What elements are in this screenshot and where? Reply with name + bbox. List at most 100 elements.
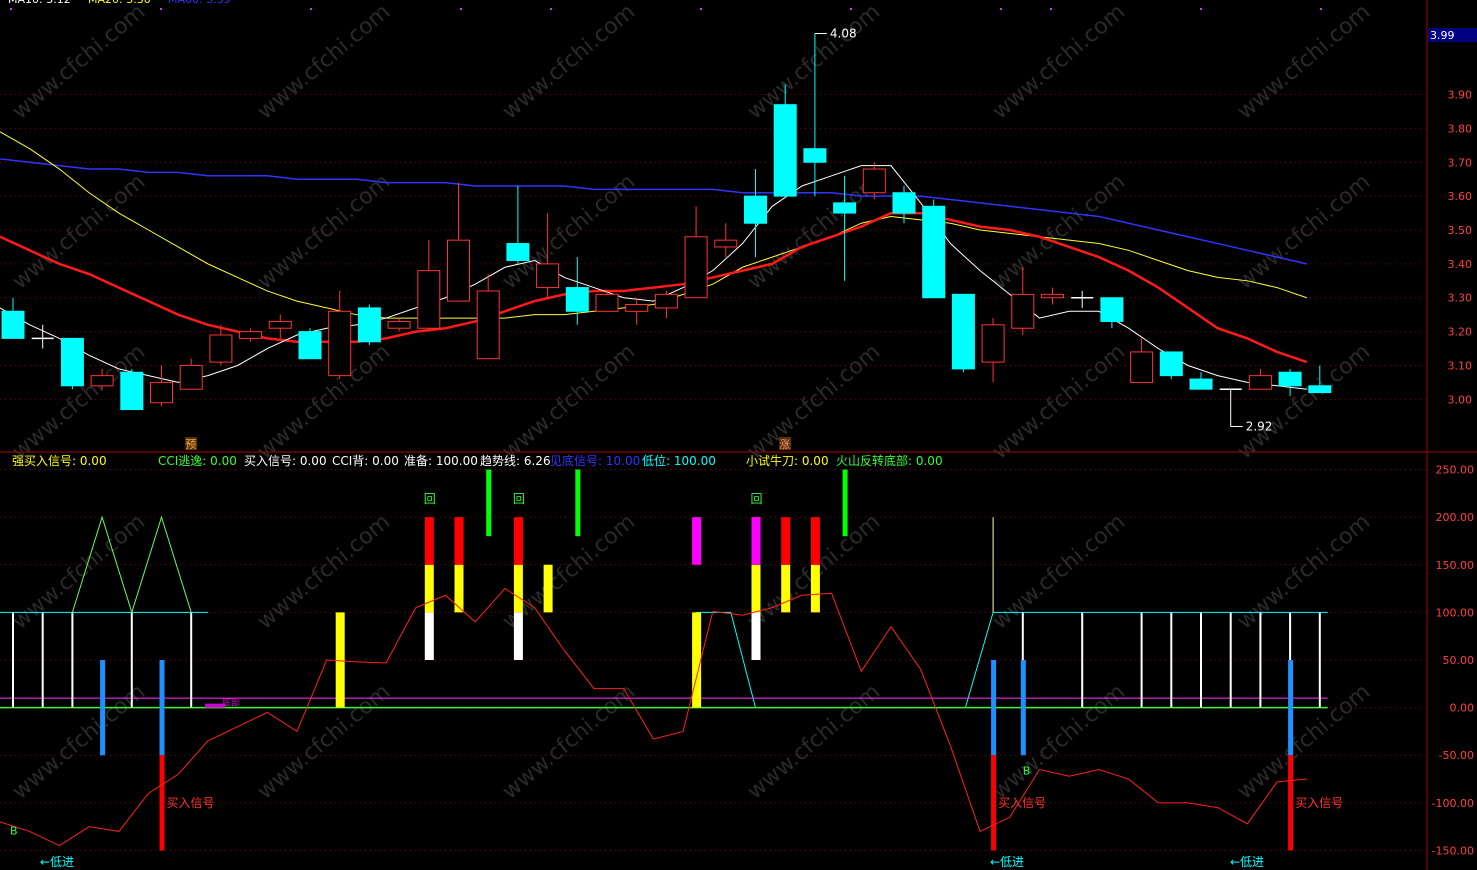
indicator-legend-item: 强买入信号: 0.00 xyxy=(12,454,107,468)
candle-body[interactable] xyxy=(357,307,381,343)
candle-body[interactable] xyxy=(833,202,857,214)
candle-body[interactable] xyxy=(565,287,589,312)
candle-body[interactable] xyxy=(1308,385,1332,394)
yellow-bar xyxy=(513,564,523,613)
red-bar xyxy=(513,517,523,565)
yellow-bar xyxy=(335,612,345,708)
candle-body[interactable] xyxy=(209,334,233,363)
candle-body[interactable] xyxy=(1159,351,1183,377)
watermark-text: www.cfchi.com xyxy=(498,0,640,125)
red-bar xyxy=(810,517,820,565)
ma20-line xyxy=(0,131,1307,319)
ma-legend-item: MA60: 3.39 xyxy=(168,0,231,6)
candle-body[interactable] xyxy=(1,310,25,339)
watermark-text: www.cfchi.com xyxy=(988,509,1130,634)
blue-bar xyxy=(100,660,106,756)
price-tick-label: 3.10 xyxy=(1448,359,1473,372)
candle-body[interactable] xyxy=(654,293,678,309)
candle-body[interactable] xyxy=(981,324,1005,363)
watermark-text: www.cfchi.com xyxy=(988,169,1130,294)
b-label: B xyxy=(1023,764,1031,777)
hui-label: 回 xyxy=(751,492,763,506)
candle-body[interactable] xyxy=(773,104,797,197)
price-tick-label: 3.40 xyxy=(1448,258,1473,271)
candle-body[interactable] xyxy=(417,270,441,329)
yellow-bar xyxy=(781,564,791,613)
yellow-bar xyxy=(454,564,464,613)
candle-body[interactable] xyxy=(1278,371,1302,387)
candle-body[interactable] xyxy=(595,293,619,312)
price-tick-label: 3.60 xyxy=(1448,190,1473,203)
indicator-panel[interactable]: 回回回买入信号 买入信号 买入信号BB←低进 ←低进 ←低进底部 xyxy=(0,469,1343,869)
low-entry-label: ←低进 xyxy=(1230,855,1264,869)
watermark-text: www.cfchi.com xyxy=(498,169,640,294)
hui-label: 回 xyxy=(424,492,436,506)
watermark-text: www.cfchi.com xyxy=(8,169,150,294)
indicator-tick-label: 100.00 xyxy=(1436,606,1475,619)
watermark-text: www.cfchi.com xyxy=(253,339,395,464)
white-stack-bar xyxy=(513,612,523,660)
candle-body[interactable] xyxy=(328,310,352,377)
price-tick-label: 3.00 xyxy=(1448,393,1473,406)
price-panel[interactable]: 4.08 2.92 预 涨 xyxy=(0,27,1332,451)
candle-body[interactable] xyxy=(1011,293,1035,329)
candle-body[interactable] xyxy=(892,192,916,214)
candle-body[interactable] xyxy=(1100,297,1124,322)
price-tick-label: 3.20 xyxy=(1448,326,1473,339)
candle-body[interactable] xyxy=(268,320,292,329)
top-marker-dot xyxy=(850,8,852,10)
watermark-layer: www.cfchi.com www.cfchi.com www.cfchi.com w… xyxy=(8,0,1375,805)
candle-body[interactable] xyxy=(625,304,649,312)
hui-label: 回 xyxy=(513,492,525,506)
candle-body[interactable] xyxy=(298,331,322,360)
watermark-text: www.cfchi.com xyxy=(253,0,395,125)
indicator-tick-label: -100.00 xyxy=(1432,797,1474,810)
zhang-marker: 涨 xyxy=(779,438,790,451)
buy-signal-label: 买入信号 xyxy=(167,796,215,810)
candle-body[interactable] xyxy=(862,168,886,194)
candle-body[interactable] xyxy=(447,239,470,302)
top-marker-dot xyxy=(550,8,552,10)
watermark-text: www.cfchi.com xyxy=(253,509,395,634)
candle-body[interactable] xyxy=(1041,293,1064,299)
candle-body[interactable] xyxy=(922,205,946,299)
candle-body[interactable] xyxy=(60,337,84,387)
candle-body[interactable] xyxy=(150,381,173,404)
candle-body[interactable] xyxy=(714,239,738,248)
indicator-legend-item: 准备: 100.00 xyxy=(404,454,478,468)
indicator-legend-item: CCI背: 0.00 xyxy=(332,454,399,468)
top-marker-dot xyxy=(310,8,312,10)
candlesticks[interactable]: 4.08 2.92 预 涨 xyxy=(1,27,1332,451)
green-top-bar xyxy=(842,469,848,537)
candle-body[interactable] xyxy=(1248,375,1272,390)
candle-body[interactable] xyxy=(1130,351,1154,383)
candle-body[interactable] xyxy=(744,195,767,224)
candle-body[interactable] xyxy=(387,320,411,329)
price-tick-label: 3.50 xyxy=(1448,224,1473,237)
candle-body[interactable] xyxy=(239,331,263,339)
indicator-legend-item: 低位: 100.00 xyxy=(642,453,716,468)
candle-body[interactable] xyxy=(684,236,708,299)
watermark-text: www.cfchi.com xyxy=(253,169,395,294)
candle-body[interactable] xyxy=(1189,378,1213,390)
red-bar xyxy=(454,517,464,565)
top-marker-dot xyxy=(160,8,162,10)
candle-body[interactable] xyxy=(803,148,827,163)
candle-body[interactable] xyxy=(536,263,560,289)
buy-red-bar xyxy=(159,755,165,851)
blue-bar xyxy=(159,660,165,756)
yellow-bar xyxy=(424,564,434,613)
candle-body[interactable] xyxy=(120,371,144,411)
candle-body[interactable] xyxy=(506,243,530,261)
green-top-bar xyxy=(575,469,581,537)
candle-body[interactable] xyxy=(179,364,203,390)
green-top-bar xyxy=(486,469,492,537)
candle-body[interactable] xyxy=(90,375,114,387)
watermark-text: www.cfchi.com xyxy=(1233,509,1375,634)
low-price-label: 2.92 xyxy=(1246,419,1273,433)
candle-body[interactable] xyxy=(476,290,500,360)
candle-body[interactable] xyxy=(951,293,975,370)
watermark-text: www.cfchi.com xyxy=(1233,339,1375,464)
indicator-legend-item: 买入信号: 0.00 xyxy=(244,454,327,468)
magenta-bar xyxy=(751,517,761,565)
